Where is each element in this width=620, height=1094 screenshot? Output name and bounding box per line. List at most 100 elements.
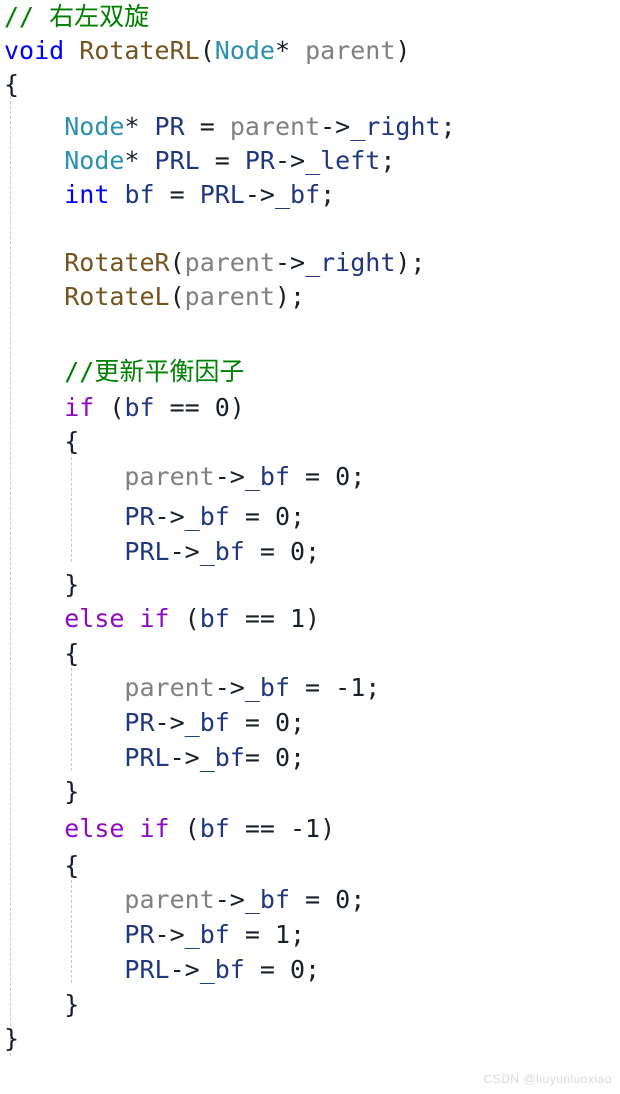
arrow-operator-token: -> (214, 673, 245, 702)
paren-close-semi-token: ); (274, 282, 306, 311)
code-line-3: { (4, 68, 19, 102)
member-bf-token: _bf (184, 708, 230, 737)
assign-token: = (154, 180, 200, 209)
code-editor-surface[interactable]: // 右左双旋 void RotateRL(Node* parent) { No… (0, 0, 620, 1060)
code-line-2: void RotateRL(Node* parent) (4, 34, 410, 68)
paren-open-token: ( (169, 814, 200, 843)
brace-open-token: { (64, 427, 80, 456)
pointer-star-token: * (124, 112, 155, 141)
arrow-operator-token: -> (169, 955, 200, 984)
indent-token (4, 639, 64, 668)
assign-token: = (184, 112, 230, 141)
parameter-token: parent (184, 248, 275, 277)
semicolon-token: ; (380, 146, 396, 175)
indent-token (4, 112, 64, 141)
brace-close-token: } (64, 570, 80, 599)
assignment-value-token: = -1; (290, 673, 381, 702)
code-line-21: PR->_bf = 0; (4, 706, 305, 740)
code-line-17: } (4, 568, 79, 602)
arrow-operator-token: -> (169, 743, 200, 772)
member-bf-token: _bf (184, 920, 230, 949)
indent-token (4, 357, 64, 386)
indent-token (4, 955, 124, 984)
indent-token (4, 537, 124, 566)
arrow-operator-token: -> (244, 180, 275, 209)
pointer-star-token: * (274, 36, 306, 65)
code-line-12: if (bf == 0) (4, 391, 245, 425)
assign-token: = (199, 146, 245, 175)
member-bf-token: _bf (184, 502, 230, 531)
parameter-token: parent (124, 885, 215, 914)
keyword-int-token: int (64, 180, 110, 209)
code-line-27: PR->_bf = 1; (4, 918, 305, 952)
code-line-29: } (4, 988, 79, 1022)
variable-prl-token: PRL (124, 955, 170, 984)
indent-token (4, 146, 64, 175)
paren-close-semi-token: ); (395, 248, 426, 277)
arrow-operator-token: -> (154, 920, 185, 949)
indent-token (4, 673, 124, 702)
variable-pr-token: PR (124, 502, 155, 531)
type-node-token: Node (214, 36, 275, 65)
code-line-8: RotateR(parent->_right); (4, 246, 425, 280)
arrow-operator-token: -> (214, 885, 245, 914)
semicolon-token: ; (320, 180, 336, 209)
keyword-if-token: if (64, 393, 95, 422)
assignment-value-token: = 0; (244, 537, 321, 566)
indent-token (4, 777, 64, 806)
member-bf-token: _bf (244, 462, 290, 491)
code-line-9: RotateL(parent); (4, 280, 305, 314)
variable-prl-token: PRL (154, 146, 200, 175)
code-line-19: { (4, 637, 79, 671)
brace-open-token: { (4, 70, 20, 99)
arrow-operator-token: -> (320, 112, 351, 141)
function-name-token: RotateRL (79, 36, 200, 65)
comment-token: //更新平衡因子 (64, 357, 245, 386)
indent-token (4, 180, 64, 209)
indent-token (4, 393, 64, 422)
indent-token (4, 502, 124, 531)
member-left-token: _left (305, 146, 381, 175)
arrow-operator-token: -> (154, 708, 185, 737)
indent-token (4, 920, 124, 949)
keyword-void-token: void (4, 36, 65, 65)
indent-token (4, 570, 64, 599)
brace-open-token: { (64, 851, 80, 880)
indent-token (4, 851, 64, 880)
arrow-operator-token: -> (274, 146, 306, 175)
code-line-6: int bf = PRL->_bf; (4, 178, 335, 212)
code-line-28: PRL->_bf = 0; (4, 953, 320, 987)
indent-token (4, 604, 64, 633)
condition-expr-token: == 0) (154, 393, 245, 422)
variable-bf-token: bf (124, 180, 155, 209)
member-bf-token: _bf (274, 180, 321, 209)
brace-open-token: { (64, 639, 80, 668)
member-right-token: _right (350, 112, 441, 141)
variable-prl-token: PRL (124, 537, 170, 566)
type-node-token: Node (64, 146, 125, 175)
brace-close-token: } (64, 777, 80, 806)
variable-pr-token: PR (154, 112, 185, 141)
parameter-token: parent (305, 36, 396, 65)
indent-token (4, 462, 124, 491)
function-call-rotatel-token: RotateL (64, 282, 170, 311)
arrow-operator-token: -> (169, 537, 200, 566)
arrow-operator-token: -> (214, 462, 245, 491)
assignment-value-token: = 0; (290, 462, 366, 491)
parameter-token: parent (229, 112, 321, 141)
variable-pr-token: PR (124, 920, 155, 949)
condition-expr-token: == -1) (229, 814, 336, 843)
variable-bf-token: bf (199, 604, 230, 633)
code-line-16: PRL->_bf = 0; (4, 535, 320, 569)
code-line-23: } (4, 775, 79, 809)
variable-prl-token: PRL (199, 180, 245, 209)
brace-close-token: } (4, 1024, 20, 1053)
indent-token (4, 427, 64, 456)
type-node-token: Node (64, 112, 125, 141)
code-line-1: // 右左双旋 (4, 0, 149, 34)
variable-pr-token: PR (124, 708, 155, 737)
arrow-operator-token: -> (154, 502, 185, 531)
arrow-operator-token: -> (274, 248, 306, 277)
